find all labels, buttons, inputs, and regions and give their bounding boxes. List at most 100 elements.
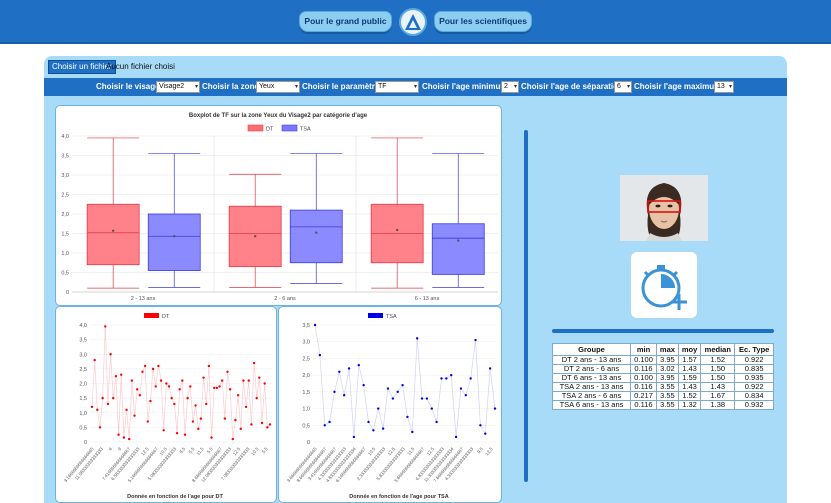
mean-point	[253, 235, 257, 238]
data-point	[342, 394, 346, 397]
data-point	[347, 367, 351, 370]
data-point	[357, 363, 360, 367]
age-max-select-value: 13	[717, 83, 725, 90]
age-max-select[interactable]: 13 ▾	[714, 81, 734, 93]
table-cell: 0.116	[630, 400, 657, 410]
col-header: Groupe	[552, 343, 631, 356]
data-point	[162, 429, 165, 432]
data-point	[372, 429, 375, 432]
data-point	[197, 427, 200, 431]
data-point	[450, 373, 453, 377]
data-point	[186, 396, 189, 400]
data-point	[205, 402, 208, 406]
data-point	[194, 404, 197, 407]
data-point	[247, 379, 250, 382]
legend-swatch	[144, 313, 159, 318]
public-nav-button[interactable]: Pour le grand public	[299, 11, 392, 32]
data-point	[143, 364, 147, 368]
data-point	[396, 390, 399, 394]
mean-point	[457, 239, 460, 242]
age-min-select-value: 2	[504, 83, 508, 90]
data-point	[474, 338, 477, 342]
data-point	[109, 353, 112, 356]
visage-select-value: Visage2	[159, 83, 185, 90]
y-tick-label: 3,5	[79, 338, 87, 344]
data-point	[223, 417, 227, 420]
visage-label: Choisir le visage:	[96, 82, 163, 91]
data-point	[127, 437, 131, 441]
vertical-divider	[524, 130, 528, 482]
app-logo[interactable]	[399, 8, 427, 36]
data-point	[430, 407, 433, 410]
y-tick-label: 1,5	[302, 390, 310, 396]
age-min-label: Choisir l'age minimum:	[422, 82, 511, 91]
y-tick-label: 0	[307, 440, 310, 446]
data-point	[112, 396, 115, 400]
data-point	[377, 407, 380, 410]
visage-select[interactable]: Visage2 ▾	[156, 81, 200, 93]
data-point	[391, 397, 395, 400]
y-tick-label: 0,5	[79, 425, 87, 431]
stopwatch-plus-icon	[641, 265, 687, 310]
y-tick-label: 1,0	[79, 411, 87, 417]
data-point	[459, 387, 463, 390]
x-tick-label: 12.5	[484, 446, 494, 456]
legend-swatch	[368, 313, 383, 318]
x-axis-label: Donnée en fonction de l'age pour DT	[127, 494, 223, 500]
legend-label: TSA	[300, 127, 311, 133]
parametre-select[interactable]: TF ▾	[375, 81, 419, 93]
data-point	[411, 430, 414, 434]
table-cell: 1.38	[700, 400, 736, 410]
data-point	[183, 433, 187, 436]
age-sep-select[interactable]: 6 ▾	[614, 81, 632, 93]
data-point	[239, 427, 242, 431]
data-point	[234, 418, 237, 422]
mean-point	[395, 228, 399, 232]
data-point	[165, 382, 168, 385]
data-point	[202, 376, 205, 379]
age-min-select[interactable]: 2 ▾	[501, 81, 519, 93]
y-tick-label: 3,0	[79, 352, 87, 358]
y-tick-label: 1,0	[302, 407, 310, 413]
data-point	[226, 370, 229, 373]
scientists-nav-button[interactable]: Pour les scientifiques	[434, 11, 532, 32]
data-point	[440, 377, 443, 380]
y-tick-label: 0,5	[61, 271, 69, 277]
data-point	[101, 396, 104, 400]
zone-select[interactable]: Yeux ▾	[256, 81, 300, 93]
data-point	[125, 408, 128, 412]
data-point	[96, 408, 99, 412]
data-point	[220, 379, 224, 382]
y-tick-label: 3,5	[61, 154, 69, 160]
data-point	[362, 383, 365, 387]
logo-icon	[405, 14, 421, 30]
box	[147, 213, 201, 271]
chevron-down-icon: ▾	[626, 84, 630, 90]
data-point	[425, 397, 429, 400]
col-header: median	[700, 343, 736, 356]
zone-label: Choisir la zone:	[202, 82, 262, 91]
data-point	[106, 402, 110, 406]
parametre-select-value: TF	[378, 83, 387, 90]
col-header: moy	[677, 343, 702, 356]
mean-point	[315, 231, 318, 234]
face-illustration	[620, 175, 708, 241]
x-tick-label: 6 - 13 ans	[415, 296, 440, 302]
box	[431, 223, 485, 275]
legend-swatch	[281, 124, 298, 132]
x-tick-label: 2 - 13 ans	[131, 296, 156, 302]
data-point	[207, 364, 211, 368]
data-point	[199, 417, 203, 420]
table-cell: 3.55	[656, 400, 679, 410]
data-point	[120, 373, 123, 376]
timer-add-button[interactable]	[631, 252, 697, 318]
data-point	[122, 436, 126, 439]
data-point	[167, 385, 171, 388]
data-point	[266, 426, 269, 429]
series-line	[91, 326, 271, 440]
data-point	[464, 394, 468, 397]
data-point	[173, 402, 176, 406]
data-point	[328, 420, 331, 424]
y-tick-label: 1,5	[61, 232, 69, 238]
y-tick-label: 3,5	[302, 323, 310, 329]
